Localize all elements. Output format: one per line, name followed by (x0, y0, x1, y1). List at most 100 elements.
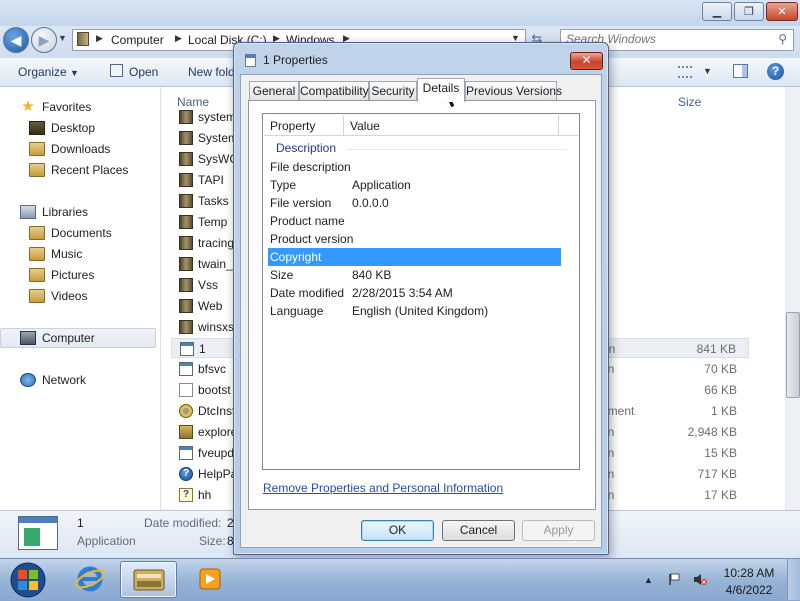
help-icon[interactable]: ? (767, 63, 784, 80)
show-hidden-icons-button[interactable]: ▲ (644, 575, 654, 585)
minimize-button[interactable]: ▁ (702, 2, 732, 21)
navigation-pane: ★ Favorites Desktop Downloads Recent Pla… (0, 87, 161, 510)
file-name: System (198, 131, 239, 145)
nav-item-desktop[interactable]: Desktop (0, 118, 156, 138)
property-row[interactable]: Date modified 2/28/2015 3:54 AM (268, 284, 561, 302)
property-name: File description (270, 160, 351, 174)
cancel-button[interactable]: Cancel (442, 520, 515, 541)
ok-button[interactable]: OK (361, 520, 434, 541)
folder-icon (179, 173, 193, 187)
nav-favorites[interactable]: ★ Favorites (0, 97, 156, 117)
nav-item-recent-places[interactable]: Recent Places (0, 160, 156, 180)
tab-details[interactable]: Details (417, 78, 465, 102)
breadcrumb-separator-icon[interactable]: ▶ (175, 33, 182, 44)
property-name: Date modified (270, 286, 345, 300)
property-value: 2/28/2015 3:54 AM (352, 286, 453, 300)
property-name: Language (270, 304, 324, 318)
tab-security[interactable]: Security (369, 81, 417, 101)
file-size: 15 KB (704, 446, 737, 460)
property-row[interactable]: Size 840 KB (268, 266, 561, 284)
breadcrumb-computer[interactable]: Computer (111, 33, 164, 47)
taskbar-internet-explorer[interactable] (62, 561, 119, 598)
application-icon (180, 342, 194, 356)
clock-time[interactable]: 10:28 AM (717, 566, 781, 580)
nav-libraries[interactable]: Libraries (0, 202, 156, 222)
nav-computer[interactable]: Computer (0, 328, 156, 348)
views-icon[interactable] (678, 66, 692, 78)
views-dropdown-icon[interactable]: ▼ (703, 66, 712, 76)
chevron-down-icon: ▼ (70, 68, 79, 78)
scrollbar-thumb[interactable] (786, 312, 800, 398)
property-row[interactable]: File description (268, 158, 561, 176)
property-row[interactable]: Type Application (268, 176, 561, 194)
search-icon[interactable]: ⚲ (778, 32, 787, 46)
vertical-scrollbar[interactable] (786, 87, 800, 510)
property-row[interactable]: Product version (268, 230, 561, 248)
nav-network[interactable]: Network (0, 370, 156, 390)
folder-icon (179, 152, 193, 166)
property-row[interactable]: File version 0.0.0.0 (268, 194, 561, 212)
property-row[interactable]: Copyright (268, 248, 561, 266)
start-button[interactable] (4, 560, 52, 600)
column-header-value[interactable]: Value (344, 115, 559, 136)
taskbar-windows-explorer[interactable] (120, 561, 177, 598)
folder-icon (179, 299, 193, 313)
file-name: bootst (198, 383, 231, 397)
property-name: Type (270, 178, 297, 192)
nav-item-pictures[interactable]: Pictures (0, 265, 156, 285)
new-folder-button[interactable]: New fold (188, 65, 235, 79)
remove-properties-link[interactable]: Remove Properties and Personal Informati… (263, 481, 503, 495)
tab-compatibility[interactable]: Compatibility (299, 81, 369, 101)
action-center-icon[interactable] (668, 573, 680, 586)
explorer-titlebar[interactable]: ▁ ❐ ✕ (0, 0, 800, 26)
volume-muted-icon[interactable] (693, 573, 707, 586)
tab-previous-versions[interactable]: Previous Versions (465, 81, 562, 101)
maximize-button[interactable]: ❐ (734, 2, 764, 21)
folder-icon (179, 131, 193, 145)
property-name: Product name (270, 214, 345, 228)
nav-label: Music (51, 247, 83, 261)
breadcrumb-separator-icon[interactable]: ▶ (96, 33, 103, 44)
clock-date[interactable]: 4/6/2022 (717, 583, 781, 597)
nav-item-downloads[interactable]: Downloads (0, 139, 156, 159)
forward-button[interactable]: ▶ (31, 27, 57, 53)
organize-button[interactable]: Organize ▼ (18, 65, 79, 79)
apply-button[interactable]: Apply (522, 520, 595, 541)
downloads-folder-icon (29, 142, 45, 156)
file-size: 66 KB (704, 383, 737, 397)
taskbar-media-player[interactable] (180, 561, 237, 598)
details-size-label: Size: (199, 534, 226, 548)
windows-explorer-icon (133, 569, 165, 591)
show-desktop-button[interactable] (787, 559, 800, 600)
property-row[interactable]: Product name (268, 212, 561, 230)
file-size: 717 KB (697, 467, 737, 481)
nav-item-videos[interactable]: Videos (0, 286, 156, 306)
file-name: 1 (199, 342, 206, 356)
folder-icon (179, 215, 193, 229)
file-name: Tasks (198, 194, 229, 208)
property-list[interactable]: Property Value Description File descript… (262, 113, 580, 470)
property-name: Product version (270, 232, 354, 246)
file-size: 1 KB (710, 404, 737, 418)
back-button[interactable]: ◀ (3, 27, 29, 53)
dialog-close-button[interactable]: ✕ (570, 52, 603, 70)
close-button[interactable]: ✕ (766, 2, 798, 21)
file-size: 17 KB (704, 488, 737, 502)
property-value: English (United Kingdom) (352, 304, 489, 318)
file-size: 841 KB (696, 342, 736, 356)
file-size: 70 KB (704, 362, 737, 376)
property-name: File version (270, 196, 332, 210)
application-icon (245, 54, 256, 67)
group-divider (347, 149, 567, 150)
preview-pane-icon[interactable] (733, 64, 748, 78)
nav-item-music[interactable]: Music (0, 244, 156, 264)
tab-general[interactable]: General (249, 81, 299, 101)
property-row[interactable]: Language English (United Kingdom) (268, 302, 561, 320)
help-icon: ? (179, 467, 193, 481)
history-dropdown-icon[interactable]: ▼ (58, 33, 67, 43)
file-name: winsxs (198, 320, 235, 334)
network-icon (20, 373, 36, 387)
open-button[interactable]: Open (129, 65, 158, 79)
nav-item-documents[interactable]: Documents (0, 223, 156, 243)
column-header-property[interactable]: Property (264, 115, 344, 136)
